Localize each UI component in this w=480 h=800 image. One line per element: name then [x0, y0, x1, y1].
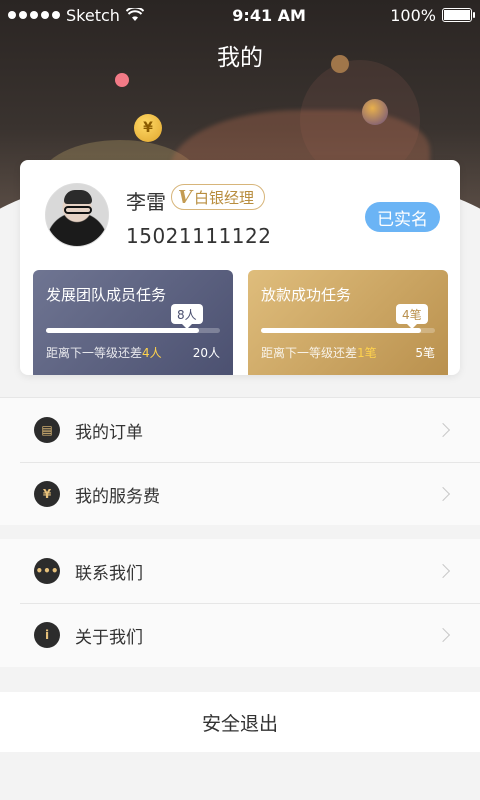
yuan-coin-icon: ¥ [134, 114, 162, 142]
progress-fill [261, 328, 422, 333]
page-title: 我的 [217, 45, 263, 71]
task-goal: 20人 [192, 346, 220, 360]
task-remain: 距离下一等级还差1笔 [261, 346, 377, 360]
menu-item-label: 关于我们 [75, 627, 143, 648]
chevron-right-icon [435, 627, 451, 643]
task-goal: 5笔 [415, 346, 435, 360]
chat-icon: ••• [34, 558, 60, 584]
menu-item-orders[interactable]: ▤ 我的订单 [0, 398, 480, 462]
chevron-right-icon [435, 422, 451, 438]
menu-item-contact[interactable]: ••• 联系我们 [0, 539, 480, 603]
battery-percent: 100% [390, 5, 436, 25]
menu-item-label: 我的订单 [75, 422, 143, 443]
wifi-icon [125, 8, 144, 21]
decor-coin [362, 99, 388, 125]
menu-item-label: 我的服务费 [75, 486, 160, 507]
battery-icon [442, 8, 475, 22]
menu-group-info: ••• 联系我们 i 关于我们 [0, 539, 480, 667]
team-task-card[interactable]: 发展团队成员任务 8人 距离下一等级还差4人 20人 [33, 270, 233, 375]
profile-card: 李雷 V 白银经理 15021111122 已实名 发展团队成员任务 8人 距离… [20, 160, 460, 375]
progress-bubble: 4笔 [396, 304, 428, 329]
progress-bubble: 8人 [171, 304, 203, 329]
info-icon: i [34, 622, 60, 648]
logout-button[interactable]: 安全退出 [0, 692, 480, 752]
progress-bar [46, 328, 220, 333]
level-badge: V 白银经理 [171, 184, 265, 210]
menu-item-service-fee[interactable]: ¥ 我的服务费 [0, 462, 480, 526]
menu-item-about[interactable]: i 关于我们 [0, 603, 480, 667]
status-bar: Sketch 9:41 AM 100% [0, 0, 480, 30]
menu-item-label: 联系我们 [75, 563, 143, 584]
loan-task-card[interactable]: 放款成功任务 4笔 距离下一等级还差1笔 5笔 [248, 270, 448, 375]
remain-value: 1笔 [357, 346, 377, 360]
decor-coin [115, 73, 129, 87]
user-phone: 15021111122 [126, 224, 272, 248]
verified-badge[interactable]: 已实名 [365, 202, 440, 232]
chevron-right-icon [435, 486, 451, 502]
progress-fill [46, 328, 200, 333]
signal-icon [8, 11, 60, 19]
money-bag-icon: ¥ [34, 481, 60, 507]
chevron-right-icon [435, 563, 451, 579]
carrier-label: Sketch [66, 5, 120, 25]
task-title: 放款成功任务 [261, 286, 352, 304]
clock: 9:41 AM [232, 5, 306, 25]
progress-bar [261, 328, 435, 333]
task-title: 发展团队成员任务 [46, 286, 167, 304]
menu-group-account: ▤ 我的订单 ¥ 我的服务费 [0, 397, 480, 525]
avatar[interactable] [45, 183, 109, 247]
order-icon: ▤ [34, 417, 60, 443]
user-name: 李雷 [126, 190, 166, 214]
vip-icon: V [178, 186, 192, 208]
level-label: 白银经理 [193, 188, 254, 207]
remain-value: 4人 [142, 346, 162, 360]
task-remain: 距离下一等级还差4人 [46, 346, 162, 360]
